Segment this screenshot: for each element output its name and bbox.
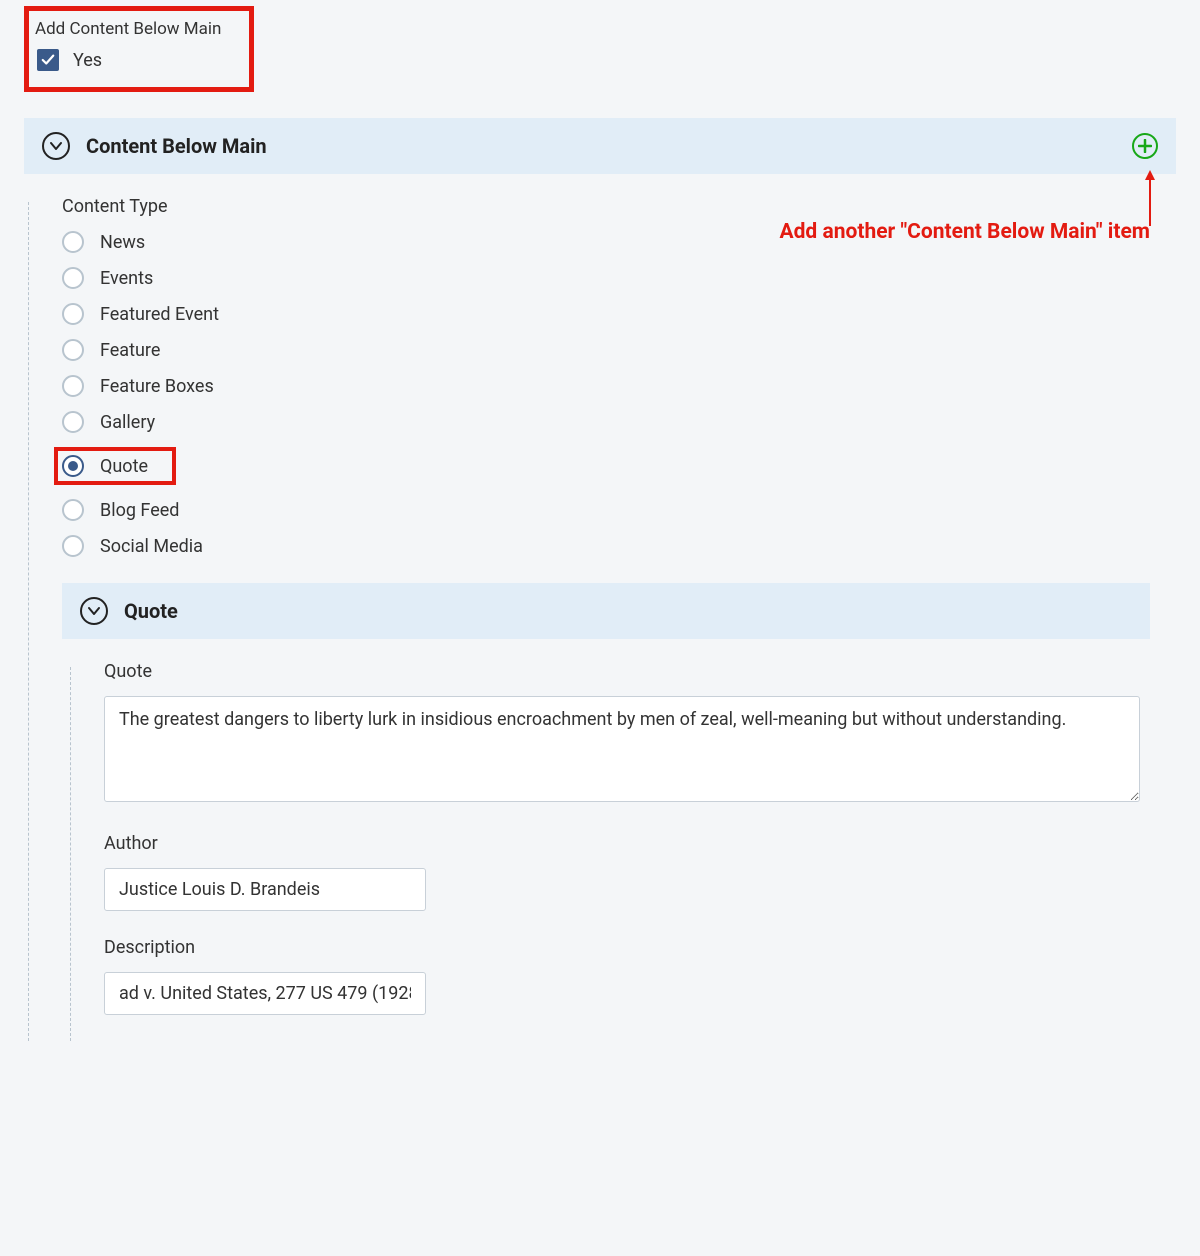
check-icon	[41, 53, 55, 67]
radio-label: News	[100, 232, 145, 253]
radio-label: Featured Event	[100, 304, 219, 325]
radio-icon	[62, 231, 84, 253]
section-title: Content Below Main	[86, 134, 267, 158]
radio-label: Events	[100, 268, 153, 289]
content-type-radio-group: News Events Featured Event Feature	[62, 231, 1150, 557]
radio-option-news[interactable]: News	[62, 231, 1150, 253]
radio-label: Feature Boxes	[100, 376, 214, 397]
radio-icon	[62, 339, 84, 361]
radio-option-blog-feed[interactable]: Blog Feed	[62, 499, 1150, 521]
radio-option-events[interactable]: Events	[62, 267, 1150, 289]
description-field-label: Description	[104, 937, 1140, 958]
radio-icon	[62, 455, 84, 477]
quote-section-header: Quote	[62, 583, 1150, 639]
add-content-checkbox[interactable]	[37, 49, 59, 71]
quote-field-label: Quote	[104, 661, 1140, 682]
chevron-down-icon	[50, 140, 62, 152]
collapse-toggle[interactable]	[42, 132, 70, 160]
quote-collapse-toggle[interactable]	[80, 597, 108, 625]
quote-section: Quote Quote Author	[62, 583, 1150, 1041]
radio-icon	[62, 303, 84, 325]
radio-option-feature-boxes[interactable]: Feature Boxes	[62, 375, 1150, 397]
radio-icon	[62, 375, 84, 397]
quote-textarea[interactable]	[104, 696, 1140, 802]
content-below-main-panel: Content Below Main Content Type News	[24, 118, 1176, 1041]
tree-rail	[28, 202, 58, 1041]
radio-option-feature[interactable]: Feature	[62, 339, 1150, 361]
tree-rail	[70, 667, 104, 1041]
radio-option-social-media[interactable]: Social Media	[62, 535, 1150, 557]
radio-icon	[62, 499, 84, 521]
add-content-item-button[interactable]	[1132, 133, 1158, 159]
radio-option-featured-event[interactable]: Featured Event	[62, 303, 1150, 325]
radio-label: Feature	[100, 340, 160, 361]
add-content-label: Add Content Below Main	[35, 19, 235, 39]
radio-label: Blog Feed	[100, 500, 179, 521]
radio-option-gallery[interactable]: Gallery	[62, 411, 1150, 433]
radio-option-quote[interactable]: Quote	[54, 447, 176, 485]
author-input[interactable]	[104, 868, 426, 911]
radio-icon	[62, 411, 84, 433]
checkbox-yes-label: Yes	[73, 50, 102, 71]
radio-label: Gallery	[100, 412, 155, 433]
content-below-main-header: Content Below Main	[24, 118, 1176, 174]
radio-icon	[62, 535, 84, 557]
add-content-below-main-block: Add Content Below Main Yes	[24, 6, 254, 92]
author-field-label: Author	[104, 833, 1140, 854]
content-type-label: Content Type	[62, 196, 1150, 217]
quote-section-title: Quote	[124, 599, 178, 623]
chevron-down-icon	[88, 605, 100, 617]
plus-icon	[1138, 139, 1152, 153]
radio-label: Social Media	[100, 536, 203, 557]
radio-icon	[62, 267, 84, 289]
radio-label: Quote	[100, 456, 148, 477]
description-input[interactable]	[104, 972, 426, 1015]
